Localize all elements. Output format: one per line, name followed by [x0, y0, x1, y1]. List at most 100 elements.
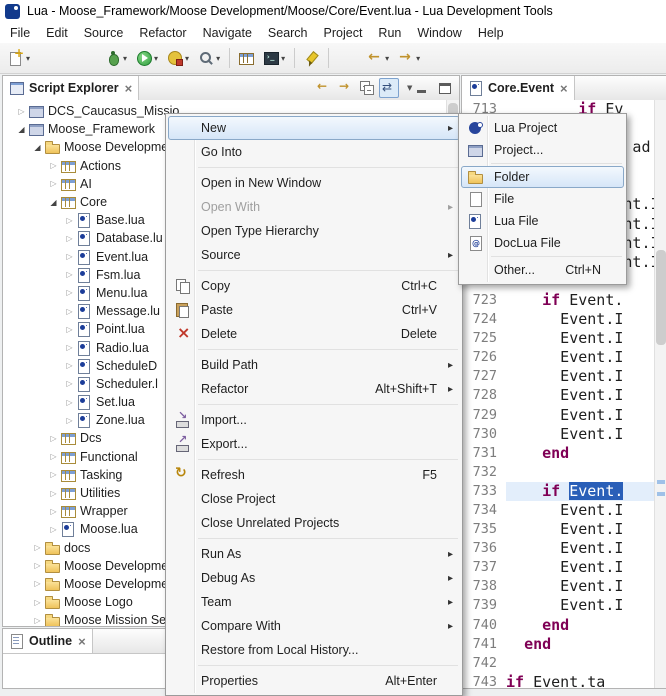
tree-expanded-arrow-icon[interactable]: ◢	[47, 198, 60, 207]
run-button[interactable]: ▾	[132, 45, 162, 71]
tree-collapsed-arrow-icon[interactable]: ▷	[47, 161, 60, 170]
back-icon[interactable]	[313, 78, 333, 98]
new-button[interactable]: ▾	[4, 45, 34, 71]
menu-refactor[interactable]: Refactor	[131, 24, 194, 42]
tree-collapsed-arrow-icon[interactable]: ▷	[63, 216, 76, 225]
menu-edit[interactable]: Edit	[38, 24, 76, 42]
code-line-737[interactable]: 737 Event.I	[462, 558, 655, 577]
tree-collapsed-arrow-icon[interactable]: ▷	[31, 598, 44, 607]
menu-item-project[interactable]: Project...	[461, 139, 624, 161]
tree-collapsed-arrow-icon[interactable]: ▷	[63, 325, 76, 334]
menu-item-run-as[interactable]: Run As▸	[168, 542, 460, 566]
pin-button[interactable]	[299, 45, 323, 71]
code-line-727[interactable]: 727 Event.I	[462, 367, 655, 386]
maximize-icon[interactable]	[435, 79, 455, 99]
code-line-742[interactable]: 742	[462, 654, 655, 673]
tree-collapsed-arrow-icon[interactable]: ▷	[15, 107, 28, 116]
menu-source[interactable]: Source	[76, 24, 132, 42]
menu-item-debug-as[interactable]: Debug As▸	[168, 566, 460, 590]
menu-project[interactable]: Project	[316, 24, 371, 42]
menu-search[interactable]: Search	[260, 24, 316, 42]
code-line-740[interactable]: 740 end	[462, 616, 655, 635]
code-line-734[interactable]: 734 Event.I	[462, 501, 655, 520]
code-line-735[interactable]: 735 Event.I	[462, 520, 655, 539]
code-line-724[interactable]: 724 Event.I	[462, 310, 655, 329]
code-line-725[interactable]: 725 Event.I	[462, 329, 655, 348]
menu-run[interactable]: Run	[370, 24, 409, 42]
menu-item-other[interactable]: Other...Ctrl+N	[461, 259, 624, 281]
coverage-button[interactable]: ▾	[163, 45, 193, 71]
close-icon[interactable]: ×	[78, 634, 86, 649]
tree-collapsed-arrow-icon[interactable]: ▷	[31, 543, 44, 552]
open-type-button[interactable]	[234, 45, 258, 71]
menu-window[interactable]: Window	[409, 24, 469, 42]
code-line-723[interactable]: 723 if Event.	[462, 291, 655, 310]
menu-item-import[interactable]: Import...	[168, 408, 460, 432]
code-line-738[interactable]: 738 Event.I	[462, 577, 655, 596]
forward-button[interactable]: ▾	[394, 45, 424, 71]
tree-collapsed-arrow-icon[interactable]: ▷	[31, 561, 44, 570]
tree-collapsed-arrow-icon[interactable]: ▷	[47, 507, 60, 516]
menu-item-refactor[interactable]: RefactorAlt+Shift+T▸	[168, 377, 460, 401]
menu-item-paste[interactable]: PasteCtrl+V	[168, 298, 460, 322]
menu-item-lua-project[interactable]: Lua Project	[461, 117, 624, 139]
tab-outline[interactable]: Outline ×	[3, 629, 93, 653]
code-line-739[interactable]: 739 Event.I	[462, 596, 655, 615]
tree-collapsed-arrow-icon[interactable]: ▷	[63, 379, 76, 388]
tree-collapsed-arrow-icon[interactable]: ▷	[47, 525, 60, 534]
console-button[interactable]: ▾	[259, 45, 289, 71]
menu-item-delete[interactable]: DeleteDelete	[168, 322, 460, 346]
tab-script-explorer[interactable]: Script Explorer ×	[3, 76, 139, 100]
tree-collapsed-arrow-icon[interactable]: ▷	[47, 470, 60, 479]
forward-icon[interactable]	[335, 78, 355, 98]
scrollbar-thumb[interactable]	[656, 250, 666, 345]
close-icon[interactable]: ×	[560, 81, 568, 96]
menu-item-open-type-hierarchy[interactable]: Open Type Hierarchy	[168, 219, 460, 243]
tree-collapsed-arrow-icon[interactable]: ▷	[47, 452, 60, 461]
menu-item-properties[interactable]: PropertiesAlt+Enter	[168, 669, 460, 693]
code-line-743[interactable]: 743if Event.ta	[462, 673, 655, 688]
collapse-all-icon[interactable]	[357, 78, 377, 98]
tree-collapsed-arrow-icon[interactable]: ▷	[63, 416, 76, 425]
menu-item-build-path[interactable]: Build Path▸	[168, 353, 460, 377]
menu-item-lua-file[interactable]: Lua File	[461, 210, 624, 232]
tab-core-event[interactable]: Core.Event ×	[462, 76, 575, 100]
menu-help[interactable]: Help	[470, 24, 512, 42]
tree-collapsed-arrow-icon[interactable]: ▷	[63, 343, 76, 352]
menu-item-close-unrelated-projects[interactable]: Close Unrelated Projects	[168, 511, 460, 535]
tree-collapsed-arrow-icon[interactable]: ▷	[63, 270, 76, 279]
code-line-741[interactable]: 741 end	[462, 635, 655, 654]
menu-file[interactable]: File	[2, 24, 38, 42]
tree-collapsed-arrow-icon[interactable]: ▷	[63, 361, 76, 370]
tree-collapsed-arrow-icon[interactable]: ▷	[47, 489, 60, 498]
debug-button[interactable]: ▾	[101, 45, 131, 71]
menu-item-refresh[interactable]: RefreshF5	[168, 463, 460, 487]
menu-item-folder[interactable]: Folder	[461, 166, 624, 188]
tree-collapsed-arrow-icon[interactable]: ▷	[31, 579, 44, 588]
code-line-728[interactable]: 728 Event.I	[462, 386, 655, 405]
code-line-731[interactable]: 731 end	[462, 444, 655, 463]
link-editor-icon[interactable]	[379, 78, 399, 98]
tree-expanded-arrow-icon[interactable]: ◢	[31, 143, 44, 152]
close-icon[interactable]: ×	[125, 81, 133, 96]
tree-collapsed-arrow-icon[interactable]: ▷	[63, 398, 76, 407]
tree-expanded-arrow-icon[interactable]: ◢	[15, 125, 28, 134]
code-line-730[interactable]: 730 Event.I	[462, 425, 655, 444]
editor-scrollbar[interactable]	[654, 100, 666, 688]
menu-item-doclua-file[interactable]: DocLua File	[461, 232, 624, 254]
tree-collapsed-arrow-icon[interactable]: ▷	[63, 234, 76, 243]
menu-item-open-with[interactable]: Open With▸	[168, 195, 460, 219]
code-line-729[interactable]: 729 Event.I	[462, 406, 655, 425]
code-line-726[interactable]: 726 Event.I	[462, 348, 655, 367]
tree-collapsed-arrow-icon[interactable]: ▷	[47, 434, 60, 443]
menu-item-copy[interactable]: CopyCtrl+C	[168, 274, 460, 298]
menu-item-close-project[interactable]: Close Project	[168, 487, 460, 511]
menu-item-compare-with[interactable]: Compare With▸	[168, 614, 460, 638]
tree-collapsed-arrow-icon[interactable]: ▷	[31, 616, 44, 625]
tree-collapsed-arrow-icon[interactable]: ▷	[47, 179, 60, 188]
menu-item-source[interactable]: Source▸	[168, 243, 460, 267]
menu-item-team[interactable]: Team▸	[168, 590, 460, 614]
menu-item-file[interactable]: File	[461, 188, 624, 210]
code-line-732[interactable]: 732	[462, 463, 655, 482]
menu-item-restore-from-local-history[interactable]: Restore from Local History...	[168, 638, 460, 662]
